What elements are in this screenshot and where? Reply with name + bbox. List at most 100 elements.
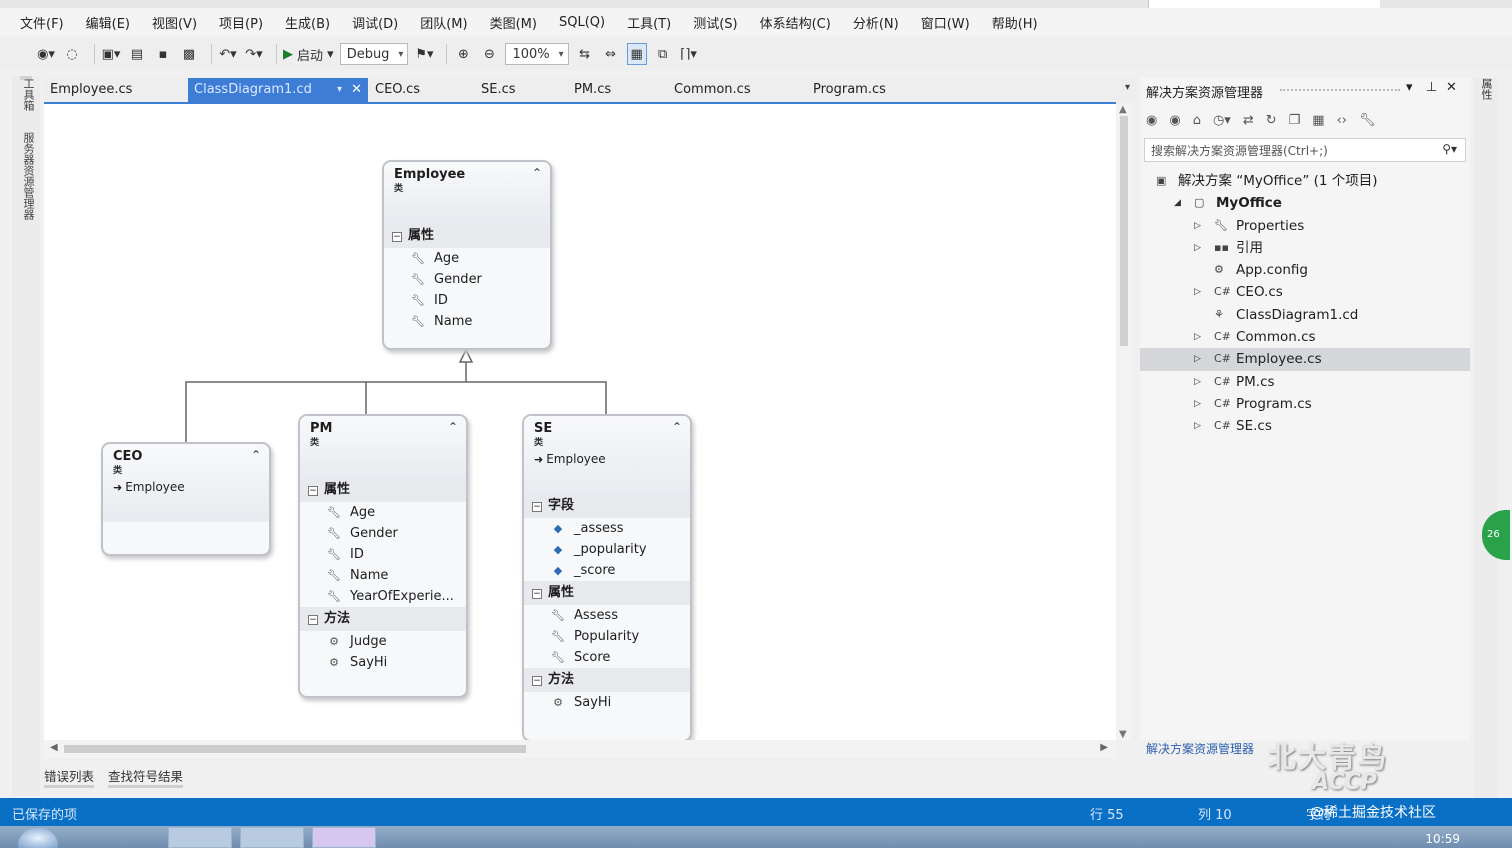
save-icon[interactable]: ▪ — [153, 43, 173, 65]
open-file-icon[interactable]: ▤ — [127, 43, 147, 65]
collapse-section-icon[interactable]: − — [308, 486, 318, 496]
member-sayhi[interactable]: ⚙ SayHi — [524, 692, 690, 713]
refresh-icon[interactable]: ↻ — [1266, 113, 1277, 128]
menu-item[interactable]: 帮助(H) — [992, 13, 1038, 32]
member-assess-field[interactable]: ◆ _assess — [524, 518, 690, 539]
tree-item[interactable]: ▷ C# Program.cs — [1140, 393, 1470, 415]
tab-error-list[interactable]: 错误列表 — [44, 766, 95, 788]
back-icon[interactable]: ◉▾ — [36, 43, 56, 65]
collapse-icon[interactable]: ⌃ — [532, 166, 542, 180]
class-box-employee[interactable]: Employee 类 ⌃ − 属性 🔧︎ Age 🔧︎ Gender 🔧︎ ID 🔧︎ N… — [382, 160, 552, 350]
collapse-section-icon[interactable]: − — [532, 589, 542, 599]
zoom-out-icon[interactable]: ⊖ — [479, 43, 499, 65]
member-sayhi[interactable]: ⚙ SayHi — [300, 652, 466, 673]
collapse-section-icon[interactable]: − — [532, 676, 542, 686]
collapse-icon[interactable]: ⌃ — [251, 448, 261, 462]
member-score-field[interactable]: ◆ _score — [524, 560, 690, 581]
menu-item[interactable]: SQL(Q) — [559, 15, 605, 30]
search-icon[interactable]: ⚲▾ — [1442, 142, 1457, 156]
collapse-section-icon[interactable]: − — [392, 232, 402, 242]
menu-item[interactable]: 测试(S) — [693, 13, 737, 32]
zoom-in-icon[interactable]: ⊕ — [453, 43, 473, 65]
collapse-icon[interactable]: ⌃ — [672, 420, 682, 434]
member-popularity-field[interactable]: ◆ _popularity — [524, 539, 690, 560]
tree-item[interactable]: ▷ C# CEO.cs — [1140, 281, 1470, 303]
tab-overflow-icon[interactable]: ▾ — [1125, 82, 1130, 93]
member-gender[interactable]: 🔧︎ Gender — [300, 523, 466, 544]
member-age[interactable]: 🔧︎ Age — [384, 248, 550, 269]
copy-image-icon[interactable]: ⧉ — [653, 43, 673, 65]
menu-item[interactable]: 团队(M) — [420, 13, 467, 32]
member-age[interactable]: 🔧︎ Age — [300, 502, 466, 523]
menu-item[interactable]: 窗口(W) — [921, 13, 970, 32]
tree-item[interactable]: ▷ C# SE.cs — [1140, 415, 1470, 437]
expand-icon[interactable]: ▷ — [1194, 415, 1201, 437]
collapse-icon[interactable]: ⌃ — [448, 420, 458, 434]
menu-item[interactable]: 工具(T) — [627, 13, 671, 32]
expand-icon[interactable]: ▷ — [1194, 371, 1201, 393]
collapse-section-icon[interactable]: − — [308, 615, 318, 625]
tab-common-cs[interactable]: Common.cs — [668, 78, 798, 102]
expand-icon[interactable]: ▷ — [1194, 281, 1201, 303]
member-id[interactable]: 🔧︎ ID — [300, 544, 466, 565]
member-name[interactable]: 🔧︎ Name — [300, 565, 466, 586]
menu-item[interactable]: 分析(N) — [853, 13, 899, 32]
section-properties[interactable]: − 属性 — [384, 224, 550, 248]
member-popularity[interactable]: 🔧︎ Popularity — [524, 626, 690, 647]
solution-search-input[interactable]: 搜索解决方案资源管理器(Ctrl+;) ⚲▾ — [1144, 138, 1466, 162]
scroll-thumb[interactable] — [1120, 116, 1128, 346]
sync-icon[interactable]: ◷▾ — [1213, 113, 1231, 128]
back-icon[interactable]: ◉ — [1146, 113, 1157, 128]
section-fields[interactable]: − 字段 — [524, 494, 690, 518]
pin-icon[interactable]: ▾ — [337, 78, 342, 102]
close-icon[interactable]: ✕ — [1446, 80, 1457, 95]
expand-icon[interactable]: ▷ — [1194, 326, 1201, 348]
group-icon[interactable]: ⌈⌉▾ — [679, 43, 699, 65]
tab-employee-cs[interactable]: Employee.cs — [44, 78, 184, 102]
tab-se-cs[interactable]: SE.cs — [475, 78, 565, 102]
start-button[interactable]: ▶ 启动 ▾ — [283, 43, 334, 65]
class-box-ceo[interactable]: CEO 类 ➜ Employee ⌃ — [101, 442, 271, 556]
member-yearofexperience[interactable]: 🔧︎ YearOfExperie... — [300, 586, 466, 607]
menu-item[interactable]: 编辑(E) — [86, 13, 130, 32]
visual-studio-icon[interactable] — [312, 827, 376, 848]
properties-icon[interactable]: 🔧︎ — [1359, 113, 1376, 128]
class-diagram-canvas[interactable]: Employee 类 ⌃ − 属性 🔧︎ Age 🔧︎ Gender 🔧︎ ID 🔧︎ N… — [44, 102, 1116, 740]
show-all-files-icon[interactable]: ▦ — [1312, 113, 1324, 128]
tree-item[interactable]: ⚘ ClassDiagram1.cd — [1140, 304, 1470, 326]
ie-icon[interactable] — [86, 827, 126, 848]
save-all-icon[interactable]: ▩ — [179, 43, 199, 65]
find-icon[interactable]: ⚑▾ — [414, 43, 434, 65]
canvas-vertical-scrollbar[interactable]: ▲ ▼ — [1116, 104, 1132, 740]
menu-item[interactable]: 调试(D) — [352, 13, 398, 32]
panel-menu-icon[interactable]: ▾ — [1406, 80, 1413, 95]
member-gender[interactable]: 🔧︎ Gender — [384, 269, 550, 290]
menu-item[interactable]: 项目(P) — [219, 13, 263, 32]
class-box-se[interactable]: SE 类 ➜ Employee ⌃ − 字段 ◆ _assess ◆ _populari… — [522, 414, 692, 740]
scroll-left-icon[interactable]: ◀ — [50, 742, 58, 753]
scroll-up-icon[interactable]: ▲ — [1119, 104, 1127, 115]
menu-item[interactable]: 类图(M) — [490, 13, 537, 32]
powerpoint-icon[interactable] — [240, 827, 304, 848]
collapse-section-icon[interactable]: − — [532, 502, 542, 512]
tab-classdiagram1-cd[interactable]: ClassDiagram1.cd ▾ ✕ — [188, 78, 368, 102]
home-icon[interactable]: ⌂ — [1193, 113, 1201, 128]
menu-item[interactable]: 生成(B) — [285, 13, 330, 32]
layout-diagram-icon[interactable]: ⇆ — [575, 43, 595, 65]
scroll-thumb[interactable] — [64, 745, 526, 753]
configuration-select[interactable]: Debug — [339, 43, 409, 65]
tree-item[interactable]: ▣ 解决方案 “MyOffice” (1 个项目) — [1140, 170, 1470, 192]
scroll-down-icon[interactable]: ▼ — [1119, 729, 1127, 740]
member-name[interactable]: 🔧︎ Name — [384, 311, 550, 332]
view-code-icon[interactable]: ‹› — [1337, 113, 1347, 128]
forward-icon[interactable]: ◌ — [62, 43, 82, 65]
tree-item[interactable]: ▷ C# Common.cs — [1140, 326, 1470, 348]
canvas-horizontal-scrollbar[interactable]: ◀ ▶ — [44, 740, 1116, 758]
tab-find-symbol-results[interactable]: 查找符号结果 — [108, 766, 184, 788]
expand-icon[interactable]: ▷ — [1194, 215, 1201, 237]
member-assess[interactable]: 🔧︎ Assess — [524, 605, 690, 626]
member-id[interactable]: 🔧︎ ID — [384, 290, 550, 311]
quick-launch-stub[interactable] — [1148, 0, 1380, 8]
forward-icon[interactable]: ◉ — [1169, 113, 1180, 128]
fit-width-icon[interactable]: ⇔ — [601, 43, 621, 65]
